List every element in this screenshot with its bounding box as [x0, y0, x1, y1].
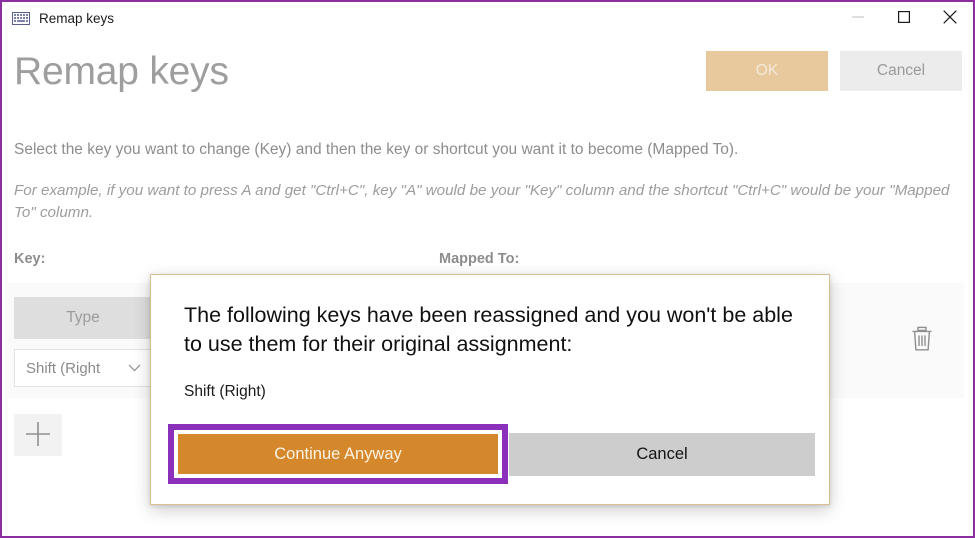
continue-anyway-focus-ring: Continue Anyway — [168, 424, 508, 484]
dialog-cancel-button[interactable]: Cancel — [509, 432, 815, 476]
maximize-button[interactable] — [881, 2, 927, 34]
title-bar-left: Remap keys — [2, 11, 835, 26]
dialog-message: The following keys have been reassigned … — [184, 303, 793, 357]
continue-anyway-button[interactable]: Continue Anyway — [178, 434, 498, 474]
description-primary: Select the key you want to change (Key) … — [14, 141, 739, 158]
minimize-button[interactable] — [835, 2, 881, 34]
page-title: Remap keys — [14, 50, 229, 93]
plus-icon — [24, 420, 52, 451]
close-icon — [943, 9, 957, 27]
window-title: Remap keys — [39, 10, 115, 26]
key-column-header: Key: — [14, 251, 46, 267]
ok-button[interactable]: OK — [706, 51, 828, 91]
dialog-key-list: Shift (Right) — [184, 383, 266, 400]
confirmation-dialog: The following keys have been reassigned … — [150, 274, 830, 505]
minimize-icon — [852, 11, 864, 26]
mapped-column-header: Mapped To: — [439, 251, 520, 267]
type-button[interactable]: Type — [14, 297, 152, 339]
header-actions: OK Cancel — [706, 51, 962, 91]
dialog-buttons: Continue Anyway Cancel — [168, 424, 816, 484]
title-bar: Remap keys — [2, 2, 973, 34]
delete-row-button[interactable] — [903, 321, 941, 359]
window-controls — [835, 2, 973, 34]
keyboard-icon — [12, 11, 30, 25]
add-row-button[interactable] — [14, 414, 62, 456]
key-select-value: Shift (Right — [26, 359, 101, 377]
cancel-button[interactable]: Cancel — [840, 51, 962, 91]
maximize-icon — [898, 10, 911, 26]
trash-icon — [909, 325, 935, 356]
key-select-dropdown[interactable]: Shift (Right — [14, 349, 154, 387]
description-secondary: For example, if you want to press A and … — [14, 182, 950, 222]
remap-keys-window: Remap keys Remap keys OK Cancel Select t… — [0, 0, 975, 538]
close-button[interactable] — [927, 2, 973, 34]
